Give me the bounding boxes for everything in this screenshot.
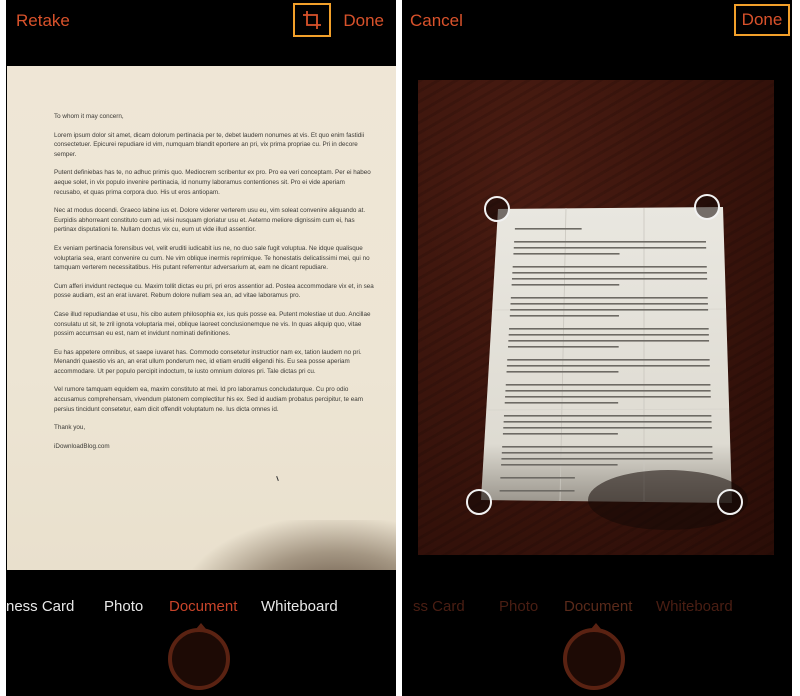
text-line [505,390,711,392]
document-paragraph: Putent definiebas has te, no adhuc primi… [54,169,371,196]
document-paragraph: Eu has appetere omnibus, et saepe iuvare… [54,348,362,375]
mode-photo[interactable]: Photo [499,598,538,615]
text-line [512,272,707,274]
text-line [514,241,706,243]
mode-whiteboard[interactable]: Whiteboard [656,598,733,615]
crop-button[interactable] [293,3,331,37]
cancel-button[interactable]: Cancel [410,11,463,31]
text-line [508,340,710,342]
document-closing: Thank you, [54,424,86,432]
perspective-document [481,207,748,530]
mode-business-card[interactable]: ness Card [6,598,74,615]
capture-mode-selector: ss Card Photo Document Whiteboard [402,598,792,620]
text-line [507,359,710,361]
text-line [502,446,713,448]
text-line [507,346,619,348]
retake-button[interactable]: Retake [16,11,70,31]
done-button[interactable]: Done [343,11,384,31]
capture-mode-selector: ness Card Photo Document Whiteboard [6,598,396,620]
text-line [509,315,619,317]
mode-document[interactable]: Document [169,598,237,615]
camera-view [418,80,774,555]
hand-shadow [186,520,396,570]
text-line [513,253,620,255]
scan-preview-screen: Retake Done To whom it may concern, Lore… [6,0,396,696]
mode-photo[interactable]: Photo [104,598,143,615]
text-line [511,278,708,280]
mode-business-card[interactable]: ss Card [413,598,465,615]
text-line [506,371,619,373]
document-greeting: To whom it may concern, [54,113,124,120]
text-line [514,228,582,230]
shutter-button[interactable] [563,628,625,690]
document-text-lines [499,228,713,492]
document-paragraph: Vel rumore tamquam equidem ea, maxim con… [54,386,364,413]
text-line [499,490,575,492]
text-line [503,421,712,423]
document-text: To whom it may concern, Lorem ipsum dolo… [54,112,374,460]
text-line [501,464,618,466]
text-line [500,477,575,479]
crop-adjust-screen: Cancel Done ss Card Photo Document White… [402,0,792,696]
document-paragraph: Nec at modus docendi. Graeco labine ius … [54,207,366,234]
document-paragraph: Ex veniam pertinacia forensibus vel, vel… [54,244,370,272]
text-line [504,402,619,404]
text-line [502,433,618,435]
text-line [503,427,712,429]
text-line [505,384,711,386]
document-signature: iDownloadBlog.com [54,442,110,450]
scanned-document: To whom it may concern, Lorem ipsum dolo… [7,66,396,570]
text-line [512,266,707,268]
crop-handle-top-right[interactable] [694,194,720,220]
shutter-button[interactable] [168,628,230,690]
text-line [508,334,709,336]
top-toolbar: Cancel Done [402,0,792,44]
text-line [501,452,713,454]
crop-icon [303,11,321,29]
document-paragraph: Lorem ipsum dolor sit amet, dicam doloru… [54,131,365,158]
text-line [510,297,708,299]
crop-handle-top-left[interactable] [484,196,510,222]
top-toolbar: Retake Done [6,0,396,44]
mode-whiteboard[interactable]: Whiteboard [261,598,338,615]
text-line [501,458,713,460]
crop-handle-bottom-left[interactable] [466,489,492,515]
done-button[interactable]: Done [734,4,790,36]
text-line [510,303,708,305]
text-line [510,309,709,311]
text-line [503,415,712,417]
mode-document[interactable]: Document [564,598,632,615]
text-line [511,284,620,286]
crop-handle-bottom-right[interactable] [717,489,743,515]
text-line [506,365,710,367]
text-line [513,247,707,249]
text-line [509,328,709,330]
text-line [505,396,711,398]
document-paragraph: Cum afferi invidunt recteque cu. Maxim t… [54,282,374,300]
document-paragraph: Case illud repudiandae et usu, his cibo … [54,310,371,338]
pen-mark [276,475,279,482]
